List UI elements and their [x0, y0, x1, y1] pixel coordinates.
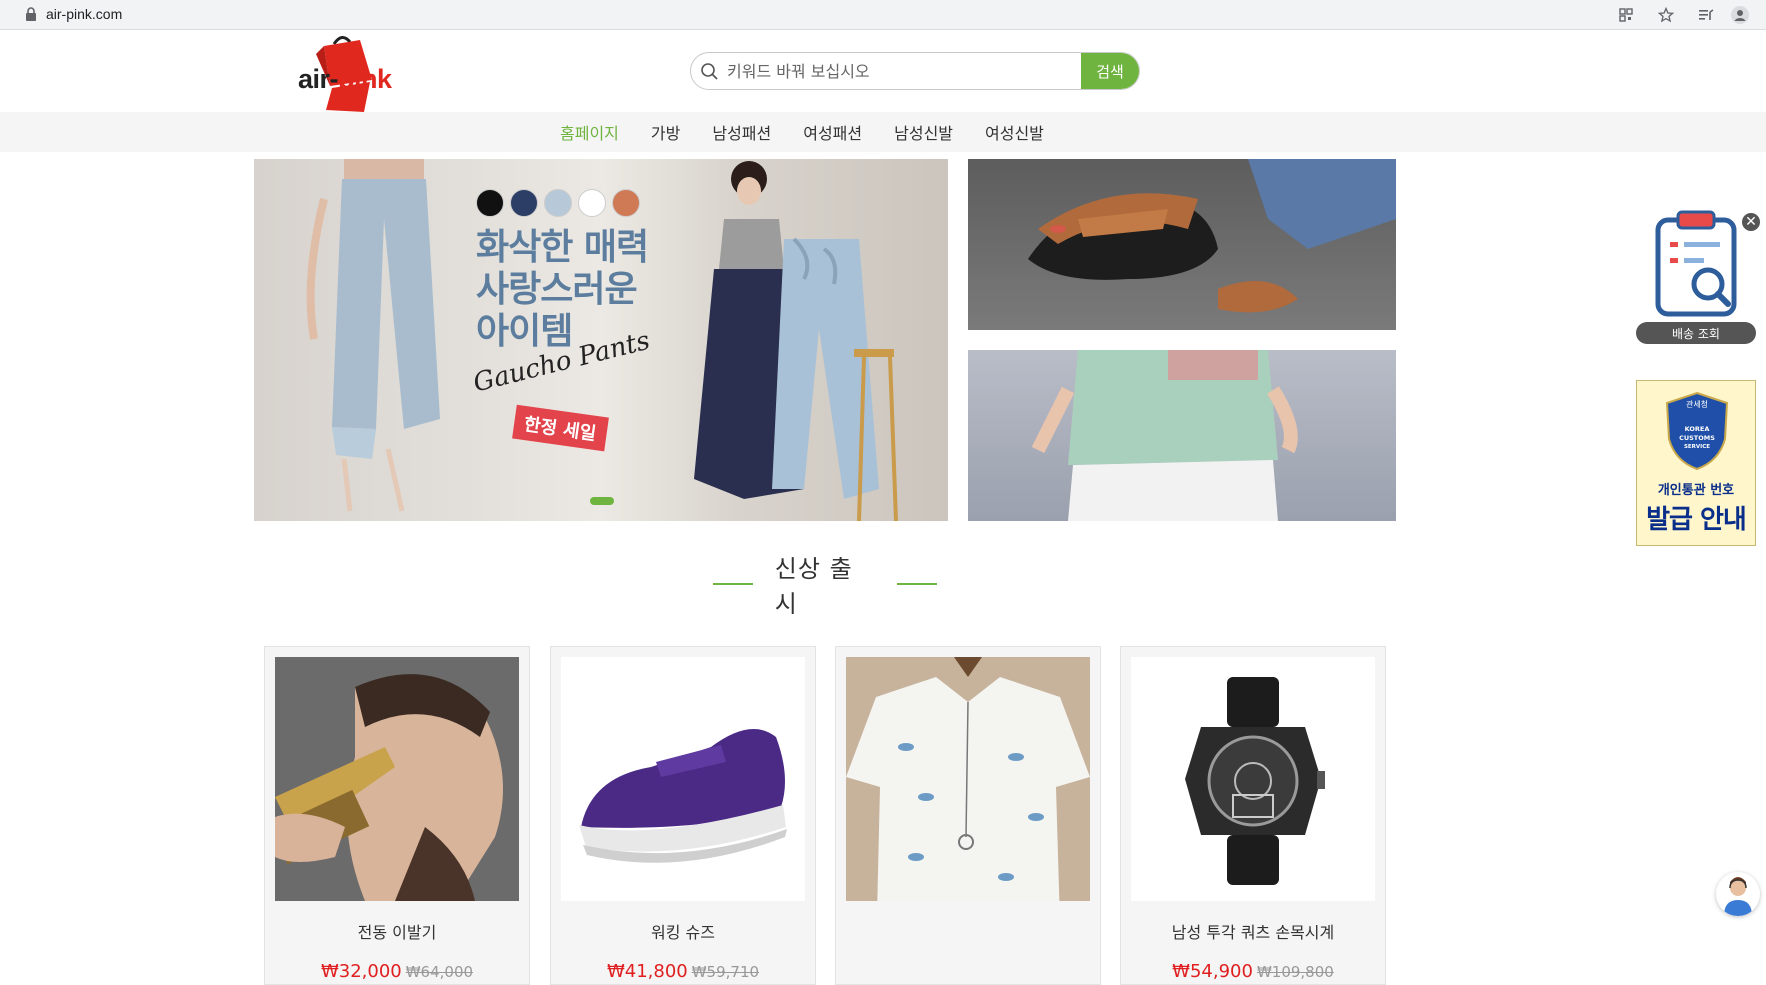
- profile-avatar-icon[interactable]: [1730, 5, 1750, 25]
- product-price: ₩32,000 ₩64,000: [320, 961, 474, 982]
- nav-item-womens-fashion[interactable]: 여성패션: [803, 120, 862, 144]
- svg-text:관세청: 관세청: [1686, 399, 1708, 409]
- product-name[interactable]: 남성 투각 쿼츠 손목시계: [1121, 919, 1385, 943]
- reading-list-icon[interactable]: [1696, 5, 1716, 25]
- product-price: ₩41,800 ₩59,710: [606, 961, 760, 982]
- main-banner-carousel[interactable]: 화삭한 매력 사랑스러운 아이템 Gaucho Pants 한정 세일: [254, 159, 948, 521]
- customs-line2: 발급 안내: [1646, 505, 1747, 535]
- customer-service-agent-icon[interactable]: [1716, 872, 1760, 916]
- product-price: [836, 961, 1100, 982]
- search-button[interactable]: 검색: [1081, 53, 1139, 89]
- qr-code-icon[interactable]: [1616, 5, 1636, 25]
- site-logo[interactable]: air-pink: [294, 32, 398, 114]
- carousel-indicator[interactable]: [590, 497, 614, 505]
- shipping-lookup-button[interactable]: 배송 조회: [1636, 322, 1756, 344]
- bookmark-star-icon[interactable]: [1656, 5, 1676, 25]
- nav-item-home[interactable]: 홈페이지: [560, 120, 619, 144]
- lock-icon: [26, 7, 36, 21]
- product-image-hair-clipper[interactable]: [275, 657, 519, 901]
- product-price: ₩54,900 ₩109,800: [1172, 961, 1334, 982]
- search-bar: 검색: [690, 52, 1140, 90]
- sale-badge: 한정 세일: [512, 404, 609, 452]
- nav-item-mens-shoes[interactable]: 남성신발: [894, 120, 953, 144]
- color-swatch: [476, 189, 504, 217]
- color-swatch: [578, 189, 606, 217]
- nav-item-bags[interactable]: 가방: [651, 120, 680, 144]
- section-title-new-arrivals: 신상 출시: [713, 555, 938, 618]
- blouse-promo-banner[interactable]: [968, 350, 1396, 521]
- product-card[interactable]: [835, 646, 1101, 985]
- product-image-walking-shoes[interactable]: [561, 657, 805, 901]
- color-swatch: [510, 189, 538, 217]
- close-icon[interactable]: ✕: [1740, 211, 1762, 233]
- search-icon: [701, 63, 718, 80]
- customs-number-guide-banner[interactable]: 관세청 KOREA CUSTOMS SERVICE 개인통관 번호 발급 안내: [1636, 380, 1756, 546]
- sandals-image: [1028, 159, 1396, 313]
- product-image-skeleton-watch[interactable]: [1131, 657, 1375, 901]
- sandals-promo-banner[interactable]: [968, 159, 1396, 330]
- customs-shield-icon: 관세청 KOREA CUSTOMS SERVICE: [1665, 391, 1729, 471]
- blouse-model-image: [1031, 350, 1298, 521]
- main-nav: 홈페이지 가방 남성패션 여성패션 남성신발 여성신발: [0, 112, 1766, 152]
- color-swatch: [544, 189, 572, 217]
- svg-text:CUSTOMS: CUSTOMS: [1679, 434, 1715, 442]
- title-divider-left: [713, 583, 753, 585]
- product-card[interactable]: 남성 투각 쿼츠 손목시계 ₩54,900 ₩109,800: [1120, 646, 1386, 985]
- pants-model-left-image: [306, 159, 440, 512]
- product-name[interactable]: 워킹 슈즈: [551, 919, 815, 943]
- logo-text: air-pink: [298, 64, 392, 94]
- customs-line1: 개인통관 번호: [1657, 483, 1735, 498]
- title-divider-right: [897, 583, 938, 585]
- color-swatches: [476, 189, 640, 217]
- search-input[interactable]: [727, 53, 1087, 89]
- product-image-floral-blouse[interactable]: [846, 657, 1090, 901]
- url-text[interactable]: air-pink.com: [46, 6, 122, 22]
- color-swatch: [612, 189, 640, 217]
- browser-address-bar: air-pink.com: [0, 0, 1766, 30]
- product-card[interactable]: 전동 이발기 ₩32,000 ₩64,000: [264, 646, 530, 985]
- product-card[interactable]: 워킹 슈즈 ₩41,800 ₩59,710: [550, 646, 816, 985]
- pants-model-right-image: [694, 161, 898, 521]
- nav-item-mens-fashion[interactable]: 남성패션: [712, 120, 771, 144]
- svg-text:KOREA: KOREA: [1685, 425, 1710, 433]
- product-name[interactable]: 전동 이발기: [265, 919, 529, 943]
- svg-text:SERVICE: SERVICE: [1684, 444, 1710, 450]
- nav-item-womens-shoes[interactable]: 여성신발: [985, 120, 1044, 144]
